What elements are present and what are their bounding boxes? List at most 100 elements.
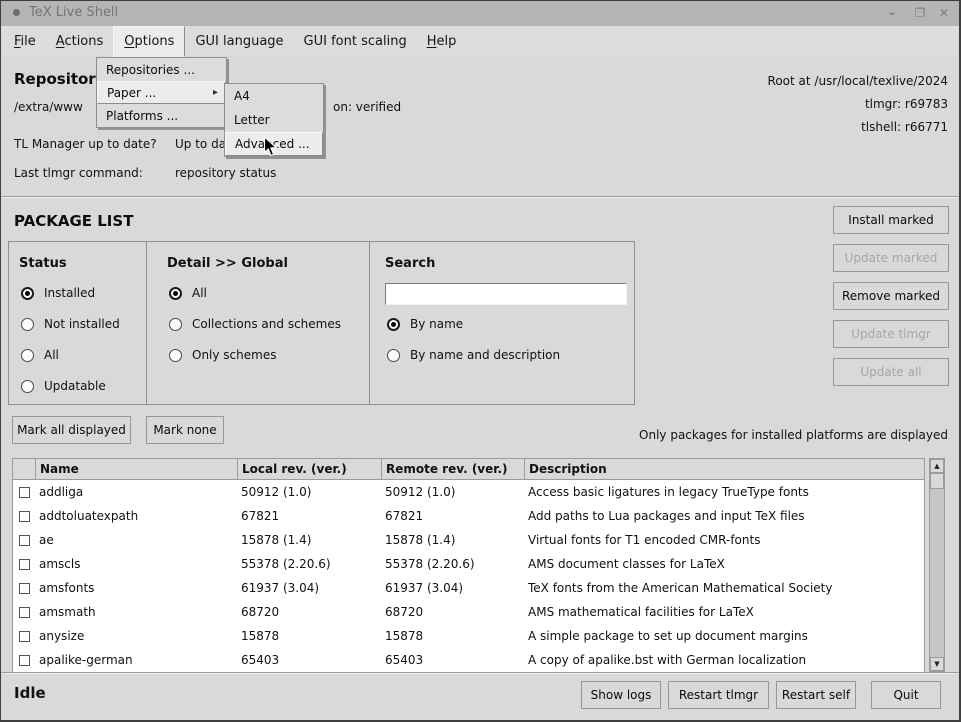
cell-local: 15878 <box>237 629 381 643</box>
mark-none-button[interactable]: Mark none <box>146 416 224 444</box>
last-command-label: Last tlmgr command: <box>14 166 143 180</box>
cell-description: AMS document classes for LaTeX <box>524 557 924 571</box>
radio-all-status[interactable]: All <box>21 348 59 362</box>
radio-icon[interactable] <box>21 287 34 300</box>
show-logs-button[interactable]: Show logs <box>581 681 661 709</box>
table-row[interactable]: amsmath 68720 68720 AMS mathematical fac… <box>13 600 924 624</box>
menu-actions[interactable]: Actions <box>46 26 114 56</box>
restart-self-button[interactable]: Restart self <box>776 681 856 709</box>
cell-remote: 65403 <box>381 653 524 667</box>
row-checkbox[interactable] <box>19 511 30 522</box>
row-checkbox[interactable] <box>19 607 30 618</box>
radio-label: Installed <box>44 286 95 300</box>
cell-local: 65403 <box>237 653 381 667</box>
table-row[interactable]: amsfonts 61937 (3.04) 61937 (3.04) TeX f… <box>13 576 924 600</box>
row-checkbox[interactable] <box>19 535 30 546</box>
install-marked-button[interactable]: Install marked <box>833 206 949 234</box>
radio-icon[interactable] <box>21 318 34 331</box>
submenu-arrow-icon: ▸ <box>213 87 218 98</box>
cell-name: ae <box>35 533 237 547</box>
header-name[interactable]: Name <box>35 459 237 479</box>
row-checkbox[interactable] <box>19 655 30 666</box>
package-table: Name Local rev. (ver.) Remote rev. (ver.… <box>12 458 925 672</box>
row-checkbox[interactable] <box>19 487 30 498</box>
row-checkbox[interactable] <box>19 583 30 594</box>
cell-remote: 61937 (3.04) <box>381 581 524 595</box>
statusbar-separator <box>0 672 961 674</box>
radio-label: Only schemes <box>192 348 276 362</box>
cell-local: 55378 (2.20.6) <box>237 557 381 571</box>
row-checkbox[interactable] <box>19 631 30 642</box>
radio-label: By name <box>410 317 463 331</box>
menu-gui-font-scaling[interactable]: GUI font scaling <box>294 26 417 56</box>
repository-path: /extra/www <box>14 100 83 114</box>
table-row[interactable]: amscls 55378 (2.20.6) 55378 (2.20.6) AMS… <box>13 552 924 576</box>
mark-all-displayed-button[interactable]: Mark all displayed <box>12 416 131 444</box>
radio-not-installed[interactable]: Not installed <box>21 317 120 331</box>
search-group-label: Search <box>385 256 435 271</box>
table-row[interactable]: anysize 15878 15878 A simple package to … <box>13 624 924 648</box>
restart-tlmgr-button[interactable]: Restart tlmgr <box>668 681 769 709</box>
menu-options[interactable]: Options <box>113 26 185 57</box>
header-description[interactable]: Description <box>524 459 924 479</box>
menu-help[interactable]: Help <box>417 26 467 56</box>
maximize-icon[interactable]: ❐ <box>909 4 931 22</box>
radio-updatable[interactable]: Updatable <box>21 379 106 393</box>
platforms-note: Only packages for installed platforms ar… <box>639 428 948 442</box>
row-checkbox[interactable] <box>19 559 30 570</box>
table-row[interactable]: ae 15878 (1.4) 15878 (1.4) Virtual fonts… <box>13 528 924 552</box>
update-tlmgr-button[interactable]: Update tlmgr <box>833 320 949 348</box>
radio-icon[interactable] <box>387 349 400 362</box>
tlshell-revision: tlshell: r66771 <box>768 116 948 139</box>
menu-item-platforms[interactable]: Platforms ... <box>97 104 226 127</box>
remove-marked-button[interactable]: Remove marked <box>833 282 949 310</box>
menu-gui-language[interactable]: GUI language <box>185 26 293 56</box>
menu-item-paper[interactable]: Paper ...▸ <box>97 81 226 104</box>
menu-item-repositories[interactable]: Repositories ... <box>97 58 226 81</box>
search-input[interactable] <box>385 283 627 305</box>
status-group-label: Status <box>19 256 67 271</box>
texlive-shell-window: TeX Live Shell – ❐ ✕ File Actions Option… <box>0 0 961 722</box>
radio-icon[interactable] <box>169 349 182 362</box>
radio-installed[interactable]: Installed <box>21 286 95 300</box>
table-row[interactable]: apalike-german 65403 65403 A copy of apa… <box>13 648 924 672</box>
table-row[interactable]: addtoluatexpath 67821 67821 Add paths to… <box>13 504 924 528</box>
radio-icon[interactable] <box>169 287 182 300</box>
radio-icon[interactable] <box>387 318 400 331</box>
radio-icon[interactable] <box>21 380 34 393</box>
update-all-button[interactable]: Update all <box>833 358 949 386</box>
radio-label: Collections and schemes <box>192 317 341 331</box>
radio-collections-schemes[interactable]: Collections and schemes <box>169 317 341 331</box>
scroll-down-icon[interactable]: ▼ <box>930 657 944 671</box>
menu-item-a4[interactable]: A4 <box>225 84 323 108</box>
cell-name: addliga <box>35 485 237 499</box>
radio-detail-all[interactable]: All <box>169 286 207 300</box>
menu-file[interactable]: File <box>4 26 46 56</box>
cell-description: Virtual fonts for T1 encoded CMR-fonts <box>524 533 924 547</box>
scroll-up-icon[interactable]: ▲ <box>930 459 944 473</box>
menu-item-letter[interactable]: Letter <box>225 108 323 132</box>
cell-remote: 68720 <box>381 605 524 619</box>
minimize-icon[interactable]: – <box>881 4 903 22</box>
scrollbar-thumb[interactable] <box>930 473 944 489</box>
cell-name: amsmath <box>35 605 237 619</box>
radio-label: All <box>192 286 207 300</box>
cell-description: Access basic ligatures in legacy TrueTyp… <box>524 485 924 499</box>
tlmgr-revision: tlmgr: r69783 <box>768 93 948 116</box>
quit-button[interactable]: Quit <box>871 681 941 709</box>
radio-by-name[interactable]: By name <box>387 317 463 331</box>
table-header: Name Local rev. (ver.) Remote rev. (ver.… <box>13 459 924 480</box>
cell-remote: 55378 (2.20.6) <box>381 557 524 571</box>
table-row[interactable]: addliga 50912 (1.0) 50912 (1.0) Access b… <box>13 480 924 504</box>
titlebar: TeX Live Shell – ❐ ✕ <box>0 0 961 26</box>
radio-by-name-description[interactable]: By name and description <box>387 348 560 362</box>
header-remote-rev[interactable]: Remote rev. (ver.) <box>381 459 524 479</box>
cell-description: Add paths to Lua packages and input TeX … <box>524 509 924 523</box>
close-icon[interactable]: ✕ <box>933 4 955 22</box>
table-scrollbar[interactable]: ▲ ▼ <box>929 458 945 672</box>
header-local-rev[interactable]: Local rev. (ver.) <box>237 459 381 479</box>
radio-only-schemes[interactable]: Only schemes <box>169 348 276 362</box>
radio-icon[interactable] <box>21 349 34 362</box>
radio-icon[interactable] <box>169 318 182 331</box>
update-marked-button[interactable]: Update marked <box>833 244 949 272</box>
